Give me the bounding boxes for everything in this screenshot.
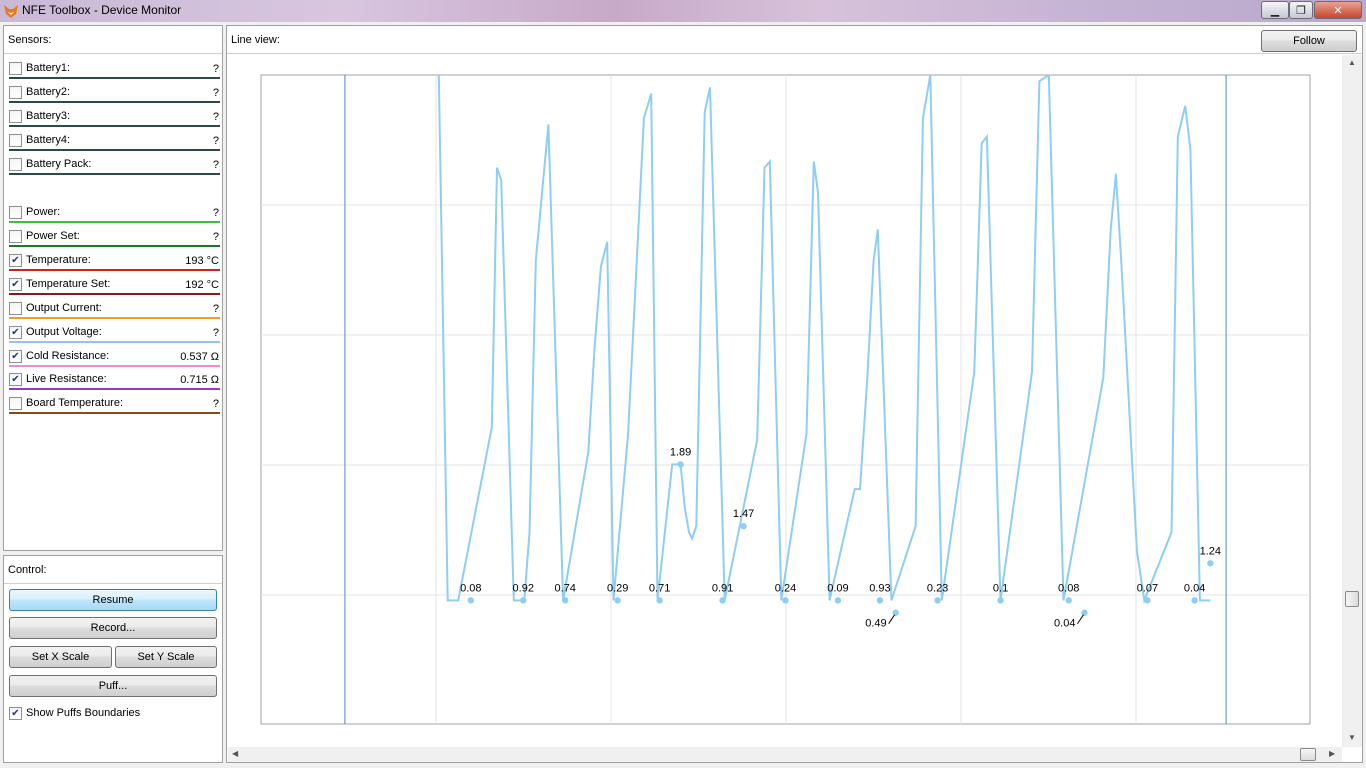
- data-point-marker: [1065, 597, 1072, 604]
- data-point-marker: [614, 597, 621, 604]
- data-point-marker: [520, 597, 527, 604]
- data-point-label: 0.09: [827, 582, 848, 594]
- data-point-label: 1.47: [733, 508, 754, 520]
- data-point-label: 0.49: [865, 618, 886, 630]
- data-point-label: 0.1: [993, 582, 1008, 594]
- data-point-label: 0.74: [554, 582, 575, 594]
- data-point-label: 1.89: [670, 446, 691, 458]
- data-point-marker: [719, 597, 726, 604]
- data-point-label: 0.23: [927, 582, 948, 594]
- data-point-label: 0.93: [869, 582, 890, 594]
- data-point-label: 0.71: [649, 582, 670, 594]
- data-point-marker: [934, 597, 941, 604]
- line-chart: 0.08 0.92 0.74 0.29 0.71 1.89 0.91 1.47 0.24 0.09…: [260, 74, 1311, 725]
- data-point-label: 0.08: [1058, 582, 1079, 594]
- data-point-label: 0.92: [513, 582, 534, 594]
- data-point-label: 0.04: [1054, 618, 1075, 630]
- data-point-label: 0.04: [1184, 582, 1205, 594]
- data-point-marker: [892, 609, 899, 616]
- data-point-marker: [467, 597, 474, 604]
- data-point-marker: [656, 597, 663, 604]
- data-point-marker: [1207, 560, 1214, 567]
- data-point-label: 0.24: [775, 582, 796, 594]
- data-point-label: 0.08: [460, 582, 481, 594]
- data-point-marker: [1144, 597, 1151, 604]
- data-point-marker: [1191, 597, 1198, 604]
- data-point-label: 1.24: [1200, 545, 1221, 557]
- data-point-marker: [782, 597, 789, 604]
- data-point-label: 0.07: [1137, 582, 1158, 594]
- data-point-marker: [876, 597, 884, 604]
- data-point-marker: [740, 523, 747, 530]
- data-point-label: 0.91: [712, 582, 733, 594]
- data-point-marker: [562, 597, 569, 604]
- data-point-marker: [677, 461, 684, 468]
- data-point-marker: [1081, 609, 1088, 616]
- data-point-marker: [997, 597, 1004, 604]
- data-point-marker: [834, 597, 842, 604]
- data-point-label: 0.29: [607, 582, 628, 594]
